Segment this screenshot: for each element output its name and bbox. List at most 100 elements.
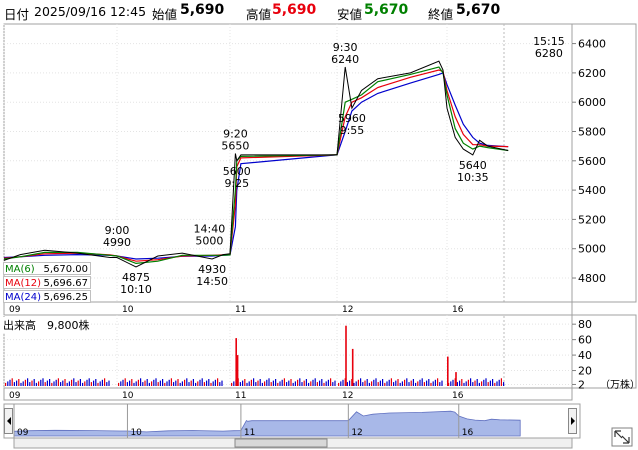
volume-bar xyxy=(277,382,279,386)
volume-bar xyxy=(40,379,42,386)
price-tick-label: 5600 xyxy=(578,155,606,168)
volume-bar xyxy=(168,379,170,386)
price-annotation: 487510:10 xyxy=(120,271,152,296)
navigator-day-label: 11 xyxy=(244,428,255,438)
volume-bar xyxy=(417,381,419,386)
navigator-day-label: 16 xyxy=(462,428,474,438)
volume-bar xyxy=(268,378,270,386)
ma24-legend: MA(24) 5,696.25 xyxy=(3,290,91,303)
price-annotation: 56009:25 xyxy=(223,165,251,190)
volume-bar xyxy=(283,378,285,386)
volume-bar xyxy=(308,382,310,386)
ma24-label: MA(24) xyxy=(5,292,41,303)
navigator-scroll-thumb[interactable] xyxy=(234,438,328,448)
volume-bars xyxy=(5,325,505,386)
volume-bar xyxy=(255,382,257,386)
annotation-price: 6240 xyxy=(331,53,359,66)
volume-bar xyxy=(88,378,90,386)
volume-bar xyxy=(82,382,84,386)
volume-panel-frame xyxy=(3,314,637,389)
volume-bar xyxy=(231,382,233,386)
volume-bar xyxy=(9,379,11,386)
volume-bar xyxy=(142,382,144,386)
ma12-value: 5,696.67 xyxy=(43,278,88,289)
volume-bar xyxy=(133,382,135,386)
volume-bar xyxy=(33,379,35,386)
volume-bar xyxy=(184,379,186,386)
volume-bar xyxy=(474,380,476,386)
ma12-legend: MA(12) 5,696.67 xyxy=(3,276,91,289)
volume-bar xyxy=(323,382,325,386)
volume-spike-bar xyxy=(351,348,354,386)
volume-bar xyxy=(456,382,458,386)
volume-bar xyxy=(197,381,199,386)
volume-bar xyxy=(35,382,37,386)
price-x-tick-label: 12 xyxy=(342,305,353,315)
volume-bar xyxy=(250,379,252,386)
price-y-axis: 4800 5000 5200 5400 5600 5800 6000 6200 6400 xyxy=(572,38,606,285)
volume-tick-label: 40 xyxy=(578,349,592,362)
expand-icon[interactable] xyxy=(611,427,633,447)
volume-bar xyxy=(483,379,485,386)
volume-bar xyxy=(463,382,465,386)
volume-bar xyxy=(377,382,379,386)
volume-bar xyxy=(426,380,428,386)
price-tick-label: 6200 xyxy=(578,67,606,80)
volume-bar xyxy=(373,379,375,386)
volume-bar xyxy=(122,379,124,386)
volume-bar xyxy=(257,380,259,386)
annotation-price: 5000 xyxy=(195,235,223,248)
navigator-day-label: 10 xyxy=(130,428,142,438)
volume-bar xyxy=(73,378,75,386)
volume-bar xyxy=(421,378,423,386)
scroll-left-button[interactable] xyxy=(4,408,13,434)
price-tick-label: 5200 xyxy=(578,213,606,226)
volume-bar xyxy=(430,382,432,386)
volume-bar xyxy=(99,381,101,386)
price-annotation: 14:405000 xyxy=(194,223,226,248)
volume-bar xyxy=(415,382,417,386)
volume-bar xyxy=(86,379,88,386)
volume-bar xyxy=(434,379,436,386)
volume-bar xyxy=(246,382,248,386)
volume-bar xyxy=(346,382,348,386)
volume-bar xyxy=(428,379,430,386)
volume-bar xyxy=(27,378,29,386)
volume-bar xyxy=(151,381,153,386)
volume-label: 出来高 9,800株 xyxy=(3,317,90,333)
volume-bar xyxy=(264,381,266,386)
volume-bar xyxy=(404,379,406,386)
volume-bar xyxy=(305,379,307,386)
volume-bar xyxy=(101,379,103,386)
volume-bar xyxy=(371,381,373,386)
volume-bar xyxy=(162,379,164,386)
volume-bar xyxy=(188,382,190,386)
volume-bar xyxy=(467,379,469,386)
volume-bar xyxy=(108,380,110,386)
volume-bar xyxy=(155,378,157,386)
volume-bar xyxy=(46,380,48,386)
volume-bar xyxy=(470,378,472,386)
price-tick-label: 5800 xyxy=(578,125,606,138)
chart-svg: 4800 5000 5200 5400 5600 5800 6000 6200 6400 9:0… xyxy=(3,23,637,449)
volume-bar xyxy=(327,379,329,386)
volume-bar xyxy=(401,381,403,386)
price-annotation: 564010:35 xyxy=(457,159,489,184)
volume-bar xyxy=(382,379,384,386)
volume-bar xyxy=(481,381,483,386)
volume-bar xyxy=(93,380,95,386)
volume-bar xyxy=(248,381,250,386)
volume-bar xyxy=(423,382,425,386)
volume-bar xyxy=(303,380,305,386)
price-grid xyxy=(3,24,572,388)
scroll-right-button[interactable] xyxy=(568,408,577,434)
volume-bar xyxy=(450,381,452,386)
volume-bar xyxy=(170,378,172,386)
volume-bar xyxy=(290,379,292,386)
volume-unit: （万株） xyxy=(600,380,638,391)
navigator-day-label: 09 xyxy=(17,428,29,438)
volume-bar xyxy=(42,378,44,386)
volume-bar xyxy=(332,382,334,386)
volume-bar xyxy=(375,378,377,386)
volume-bar xyxy=(55,379,57,386)
